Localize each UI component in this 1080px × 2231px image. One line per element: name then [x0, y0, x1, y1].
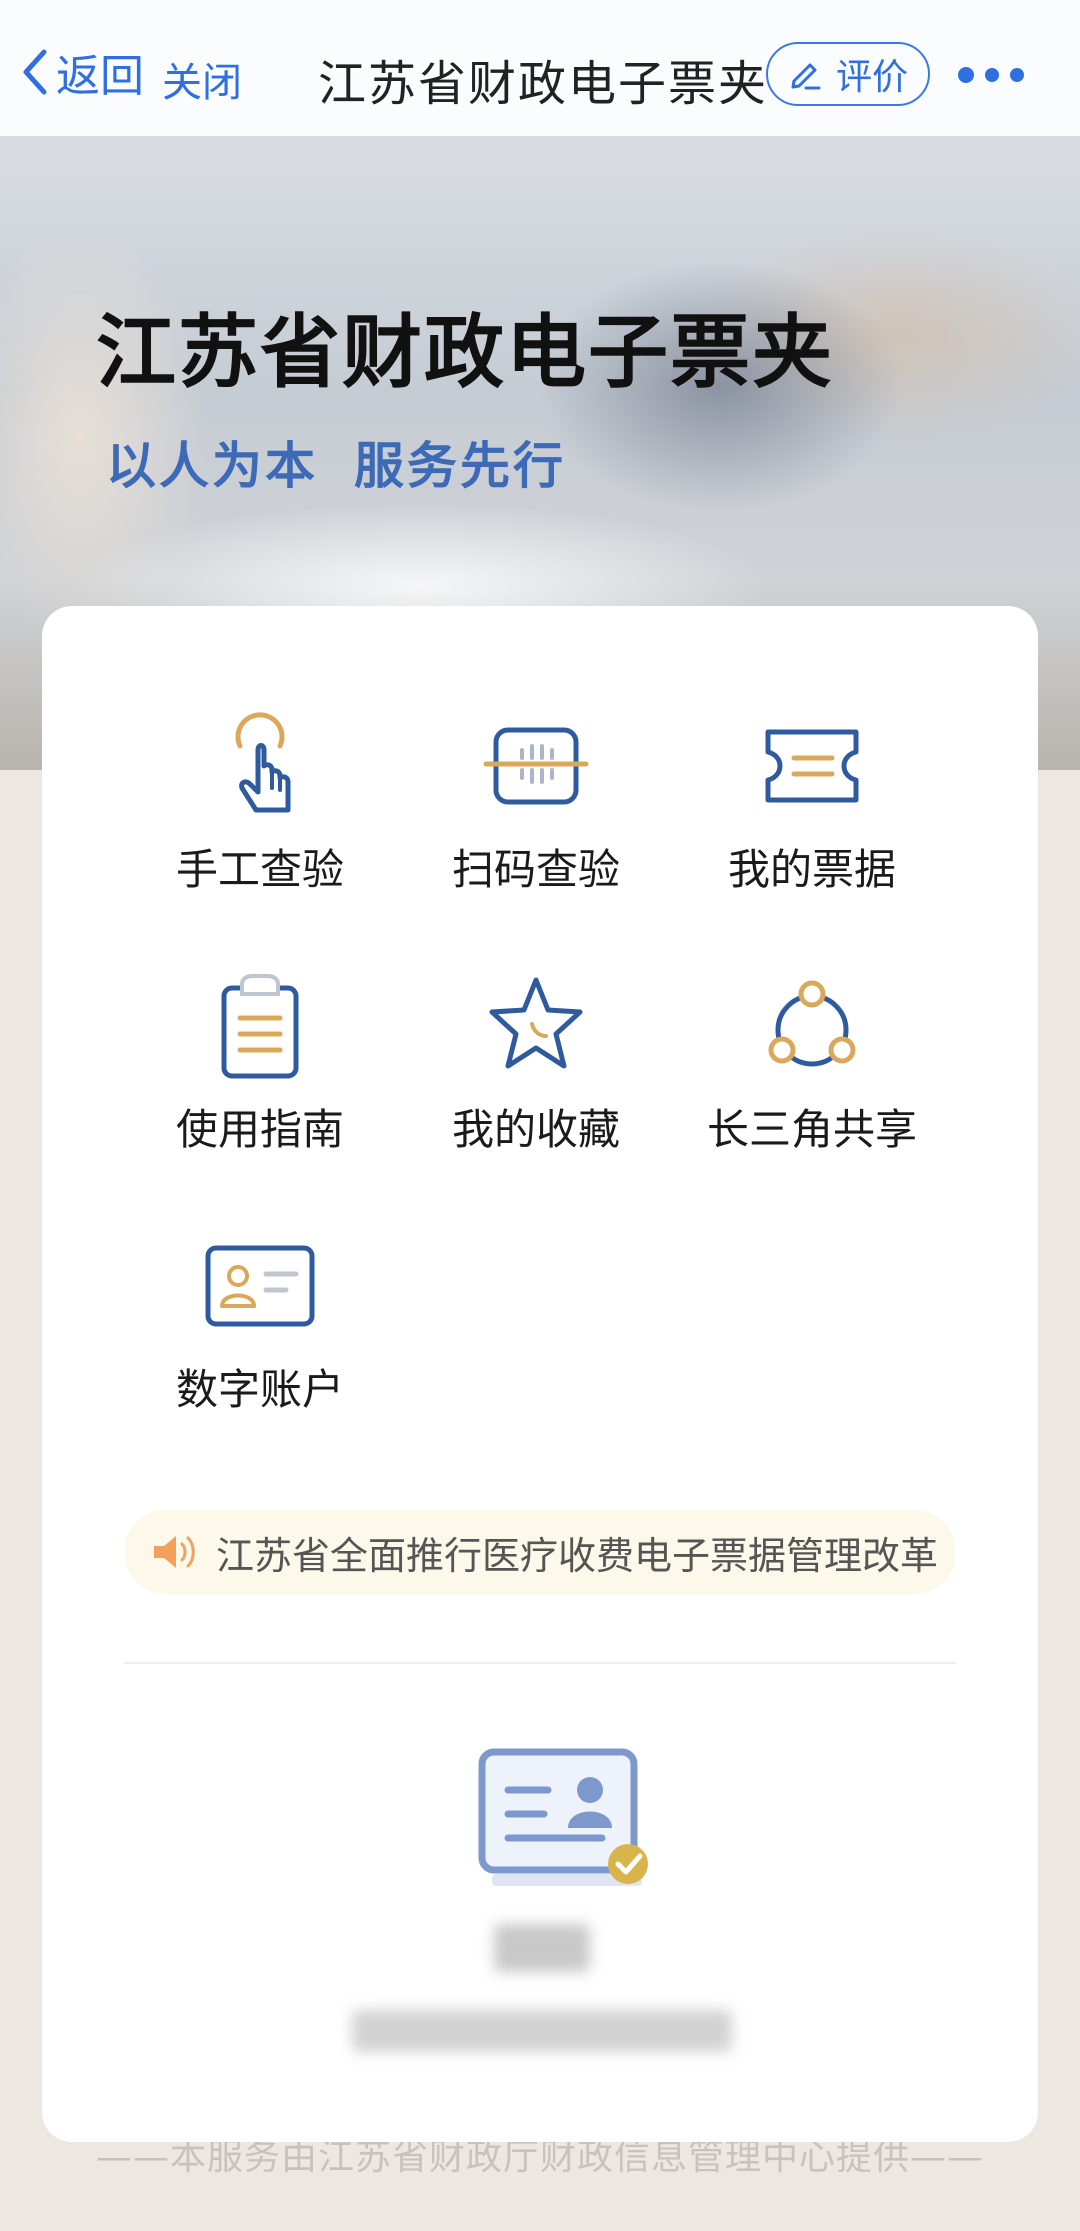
verified-id-card-icon [478, 1748, 648, 1886]
share-network-icon [768, 980, 856, 1067]
clipboard-icon [221, 974, 299, 1079]
menu-item-my-favorites[interactable]: 我的收藏 [396, 966, 676, 1157]
banner-slogan: 以人为本 服务先行 [106, 426, 566, 498]
menu-item-yangtze-delta-share[interactable]: 长三角共享 [672, 966, 952, 1157]
ticket-icon [765, 729, 859, 803]
menu-item-scan-check[interactable]: 扫码查验 [396, 706, 676, 897]
menu-item-label: 长三角共享 [706, 1105, 917, 1154]
divider [124, 1662, 956, 1664]
more-dot-icon [985, 68, 999, 82]
menu-item-label: 数字账户 [175, 1365, 344, 1414]
back-label: 返回 [56, 51, 144, 102]
menu-item-label: 我的票据 [727, 845, 896, 894]
menu-item-label: 使用指南 [175, 1105, 344, 1154]
close-button[interactable]: 关闭 [162, 50, 242, 108]
id-card-icon [205, 1245, 315, 1327]
top-navigation-bar: 返回 关闭 江苏省财政电子票夹 评价 [0, 0, 1080, 136]
banner-slogan-1: 以人为本 [106, 437, 318, 495]
menu-item-user-guide[interactable]: 使用指南 [120, 966, 400, 1157]
banner-title: 江苏省财政电子票夹 [96, 306, 834, 399]
menu-item-digital-account[interactable]: 数字账户 [120, 1226, 400, 1417]
rate-button[interactable]: 评价 [766, 42, 930, 106]
page-title: 江苏省财政电子票夹 [318, 56, 769, 112]
rate-label: 评价 [835, 57, 908, 98]
notice-bar[interactable]: 江苏省全面推行医疗收费电子票据管理改革 [124, 1510, 956, 1594]
hand-tap-icon [235, 712, 291, 813]
menu-item-label: 我的收藏 [451, 1105, 620, 1154]
star-icon [489, 977, 583, 1069]
menu-item-manual-check[interactable]: 手工查验 [120, 706, 400, 897]
notice-text: 江苏省全面推行医疗收费电子票据管理改革 [216, 1533, 939, 1578]
edit-pen-icon [791, 63, 821, 90]
scan-code-icon [483, 727, 589, 805]
account-id-redacted [352, 2010, 732, 2052]
chevron-left-icon [23, 49, 47, 95]
menu-item-label: 扫码查验 [451, 845, 620, 894]
speaker-icon [154, 1536, 195, 1568]
more-options-button[interactable] [958, 58, 1024, 92]
service-card: 手工查验 扫码查验 我的票据 使用指南 我的收藏 长三角共享 数字账户 江苏省全… [42, 606, 1038, 2142]
banner-slogan-2: 服务先行 [354, 437, 566, 495]
account-name-redacted [494, 1924, 590, 1972]
menu-item-label: 手工查验 [175, 845, 344, 894]
back-button[interactable]: 返回 [18, 44, 144, 102]
menu-item-my-tickets[interactable]: 我的票据 [672, 706, 952, 897]
more-dot-icon [958, 67, 974, 83]
more-dot-icon [1010, 68, 1024, 82]
